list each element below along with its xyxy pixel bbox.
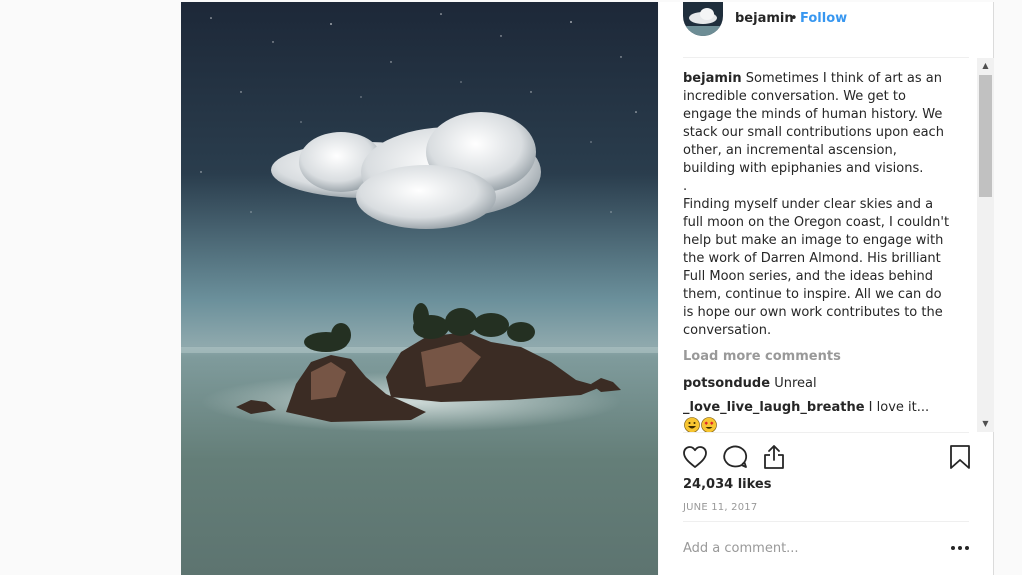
share-icon[interactable] [760, 443, 788, 471]
load-more-comments-button[interactable]: Load more comments [683, 349, 841, 364]
caption-paragraph-1: bejamin Sometimes I think of art as an i… [683, 70, 953, 178]
comments-section[interactable]: bejamin Sometimes I think of art as an i… [683, 58, 973, 432]
divider [683, 521, 969, 522]
more-options-icon[interactable] [949, 538, 971, 558]
comment-username[interactable]: potsondude [683, 376, 770, 391]
comment-text: Unreal [774, 376, 817, 391]
caption-paragraph-2: Finding myself under clear skies and a f… [683, 197, 950, 338]
grinning-face-emoji [684, 417, 700, 432]
post-side-panel: bejamin • Follow bejamin Sometimes I thi… [659, 2, 994, 575]
post-caption: bejamin Sometimes I think of art as an i… [683, 70, 953, 340]
comment-bubble-icon[interactable] [721, 443, 749, 471]
avatar[interactable] [683, 2, 723, 36]
heart-eyes-emoji [701, 417, 717, 432]
comment-username[interactable]: _love_live_laugh_breathe [683, 400, 865, 415]
comment: potsondude Unreal [683, 375, 817, 393]
add-comment-input[interactable] [683, 537, 923, 559]
comment: _love_live_laugh_breathe I love it... [683, 399, 945, 432]
comment-text: I love it... [868, 400, 930, 415]
follow-button[interactable]: Follow [800, 11, 847, 26]
scroll-thumb[interactable] [979, 75, 992, 197]
post-header: bejamin • Follow [659, 2, 993, 57]
caption-text-1: Sometimes I think of art as an incredibl… [683, 71, 944, 176]
comments-scrollbar[interactable]: ▲ ▼ [977, 58, 994, 432]
separator-dot: • [790, 11, 798, 26]
scroll-down-arrow-icon[interactable]: ▼ [977, 416, 994, 432]
post-photo[interactable] [181, 2, 658, 575]
divider [683, 432, 969, 433]
bookmark-icon[interactable] [946, 443, 974, 471]
post-image [181, 2, 658, 575]
post-actions [659, 439, 993, 475]
post-username[interactable]: bejamin [735, 11, 794, 26]
heart-icon[interactable] [681, 443, 709, 471]
likes-count[interactable]: 24,034 likes [683, 477, 771, 492]
caption-username[interactable]: bejamin [683, 71, 742, 86]
post-date[interactable]: JUNE 11, 2017 [683, 502, 757, 513]
caption-spacer: . [683, 179, 688, 194]
scroll-up-arrow-icon[interactable]: ▲ [977, 58, 994, 74]
